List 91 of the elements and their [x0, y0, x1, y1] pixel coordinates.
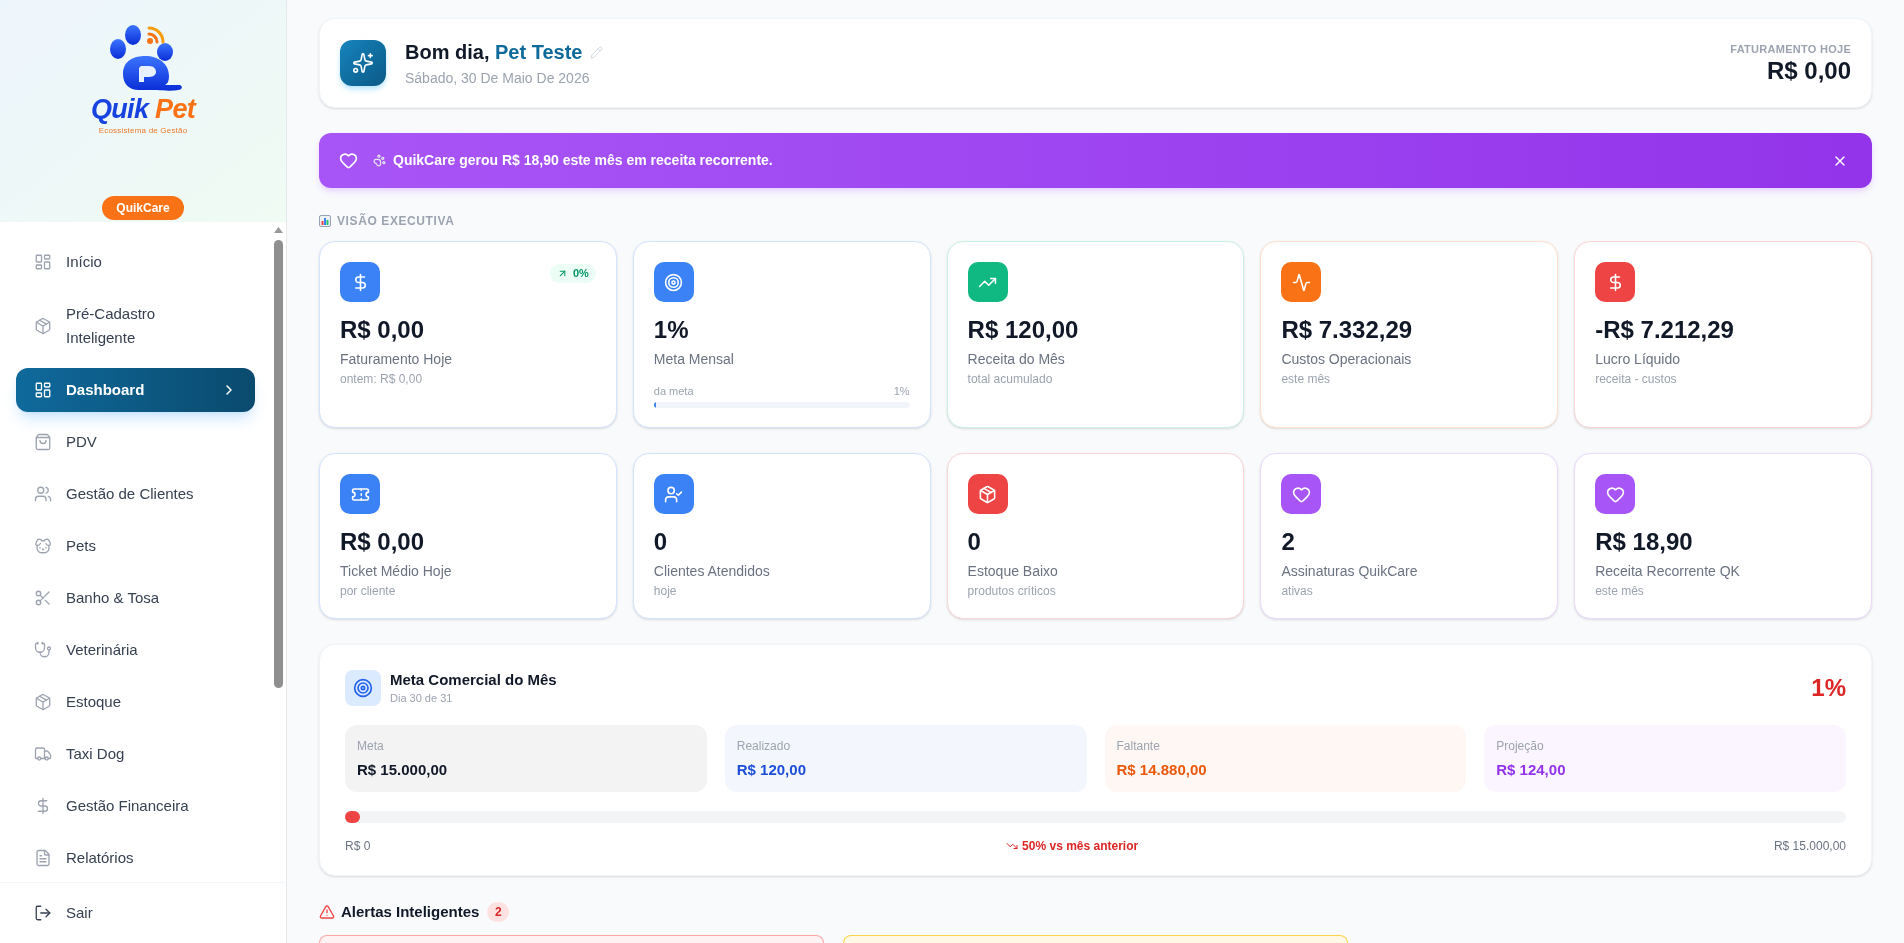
revenue-value: R$ 0,00 [1766, 57, 1851, 85]
plan-badge: QuikCare [102, 196, 184, 220]
comparison-text: 50% vs mês anterior [1022, 839, 1139, 853]
kpi-value: 0 [967, 527, 982, 557]
stat-value: R$ 120,00 [736, 759, 807, 780]
kpi-label: Lucro Líquido [1595, 350, 1682, 369]
users-icon [34, 485, 52, 503]
dashboard-grid-icon [34, 253, 52, 271]
date-text: Sábado, 30 De Maio De 2026 [405, 69, 591, 88]
truck-icon [34, 745, 52, 763]
paw-prints-icon [373, 154, 386, 167]
kpi-value: R$ 0,00 [340, 315, 426, 345]
sidebar-item[interactable]: Gestão Financeira [16, 784, 255, 828]
goal-percent: 1% [1811, 673, 1846, 702]
kpi-caption: produtos críticos [967, 583, 1057, 599]
sidebar-item[interactable]: Pré-Cadastro Inteligente [16, 292, 255, 360]
kpi-caption: ativas [1281, 583, 1314, 599]
target-icon [345, 669, 381, 706]
alert-count: 2 [487, 902, 510, 922]
kpi-value: -R$ 7.212,29 [1595, 315, 1735, 345]
kpi-label: Custos Operacionais [1281, 350, 1413, 369]
sidebar-item[interactable]: Pets [16, 524, 255, 568]
kpi-label: Clientes Atendidos [653, 562, 771, 581]
trend-value: 0% [572, 268, 589, 279]
kpi-value: R$ 0,00 [340, 527, 426, 557]
banner-message: QuikCare gerou R$ 18,90 este mês em receita recorrente. [393, 151, 773, 170]
shopping-bag-icon [34, 433, 52, 451]
brand-name: Quik Pet [90, 94, 196, 124]
trending-down-icon [1006, 840, 1019, 852]
scroll-up-arrow-icon [274, 227, 283, 233]
kpi-label: Estoque Baixo [967, 562, 1059, 581]
kpi-caption: hoje [653, 583, 678, 599]
bar-chart-icon [319, 215, 331, 227]
stat-label: Meta [357, 737, 385, 754]
heart-icon [339, 151, 358, 170]
goal-subtitle: Dia 30 de 31 [390, 690, 454, 706]
stethoscope-icon [34, 641, 52, 659]
stat-value: R$ 14.880,00 [1116, 759, 1208, 780]
kpi-label: Meta Mensal [653, 350, 735, 369]
sidebar-item[interactable]: Dashboard [16, 368, 255, 412]
kpi-value: 2 [1281, 527, 1296, 557]
progress-reading: 1% [893, 384, 910, 398]
sidebar-item[interactable]: PDV [16, 420, 255, 464]
kpi-label: Ticket Médio Hoje [340, 562, 453, 581]
stat-label: Realizado [736, 737, 792, 754]
revenue-label: FATURAMENTO HOJE [1730, 42, 1851, 57]
brand-tagline: Ecossistema de Gestão [98, 126, 188, 136]
stat-label: Faltante [1116, 737, 1161, 754]
sidebar-item[interactable]: Relatórios [16, 836, 255, 880]
kpi-caption: este mês [1595, 583, 1645, 599]
goal-title: Meta Comercial do Mês [390, 669, 557, 690]
sparkles-icon [340, 40, 386, 86]
sidebar-item[interactable]: Início [16, 240, 255, 284]
kpi-label: Assinaturas QuikCare [1281, 562, 1419, 581]
sidebar-item[interactable]: Veterinária [16, 628, 255, 672]
dashboard-grid-icon [34, 381, 52, 399]
package-icon [34, 693, 52, 711]
progress-label: da meta [653, 384, 694, 398]
kpi-label: Receita do Mês [967, 350, 1066, 369]
logout-button[interactable]: Sair [16, 891, 270, 935]
kpi-value: R$ 7.332,29 [1281, 315, 1414, 345]
dog-icon [34, 537, 52, 555]
document-icon [34, 849, 52, 867]
sidebar-item[interactable]: Gestão de Clientes [16, 472, 255, 516]
section-heading: VISÃO EXECUTIVA [337, 213, 455, 229]
package-icon [34, 317, 52, 335]
kpi-label: Faturamento Hoje [340, 350, 454, 369]
stat-value: R$ 15.000,00 [357, 759, 449, 780]
stat-value: R$ 124,00 [1496, 759, 1567, 780]
logout-icon [34, 904, 52, 922]
greeting-text: Bom dia, Pet Teste [405, 40, 583, 65]
sidebar-item[interactable]: Estoque [16, 680, 255, 724]
kpi-caption: receita - custos [1595, 371, 1678, 387]
paw-logo-icon [108, 24, 184, 92]
kpi-caption: por cliente [340, 583, 397, 599]
kpi-caption: ontem: R$ 0,00 [340, 371, 424, 387]
kpi-caption: este mês [1281, 371, 1332, 387]
warning-icon [319, 904, 335, 920]
kpi-label: Receita Recorrente QK [1595, 562, 1741, 581]
sidebar-item[interactable]: Banho & Tosa [16, 576, 255, 620]
kpi-value: 0 [653, 527, 669, 557]
scale-start: R$ 0 [345, 839, 371, 853]
kpi-value: 1% [653, 315, 690, 345]
kpi-value: R$ 120,00 [967, 315, 1080, 345]
scissors-icon [34, 589, 52, 607]
kpi-caption: total acumulado [967, 371, 1054, 387]
kpi-value: R$ 18,90 [1595, 527, 1694, 557]
stat-label: Projeção [1496, 737, 1545, 754]
alerts-title: Alertas Inteligentes [341, 902, 480, 922]
sidebar-item[interactable]: Taxi Dog [16, 732, 255, 776]
scale-end: R$ 15.000,00 [1773, 839, 1846, 853]
